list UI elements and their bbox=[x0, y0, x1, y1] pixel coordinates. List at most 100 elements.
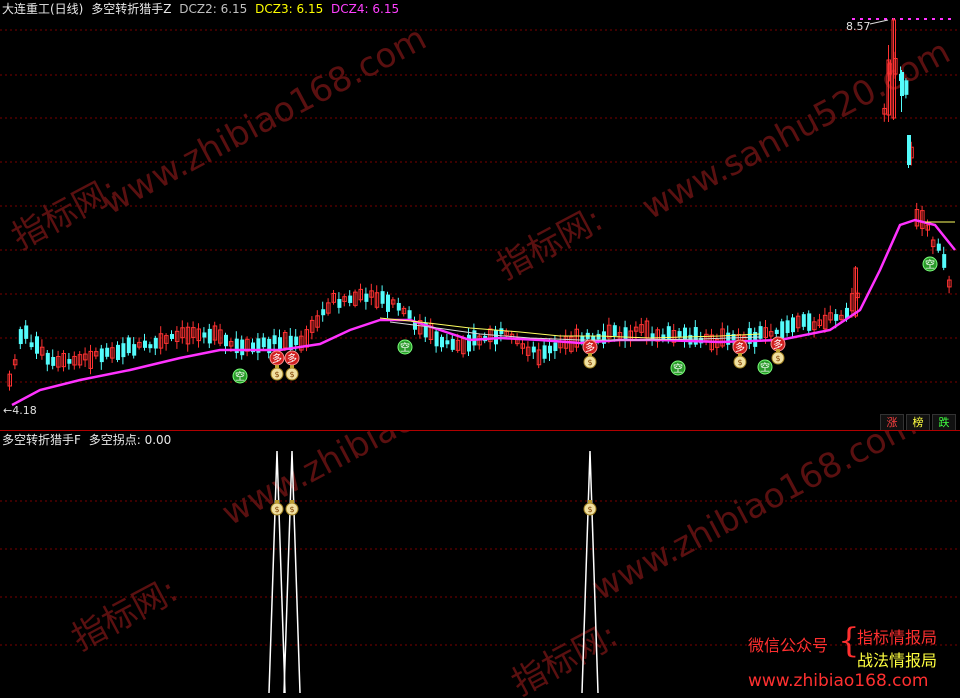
candle-body bbox=[900, 72, 904, 96]
money-bag-icon: $ bbox=[583, 353, 597, 369]
kong-signal: 空 bbox=[670, 360, 686, 376]
candle-body bbox=[907, 135, 911, 165]
kong-signal-label: 空 bbox=[673, 362, 683, 375]
duo-signal: 多 bbox=[269, 350, 285, 366]
candle-body bbox=[99, 348, 104, 363]
turning-point-value: 多空拐点: 0.00 bbox=[88, 433, 172, 447]
candle-body bbox=[170, 334, 174, 339]
money-bag-tie bbox=[588, 353, 592, 356]
candle-body bbox=[67, 359, 72, 364]
candle-body bbox=[791, 317, 795, 333]
indicator-chart[interactable]: www.zhibiao168.com www.zhibiao168.com指标网:… bbox=[0, 431, 960, 698]
kong-signal-label: 空 bbox=[925, 258, 935, 271]
candle-body bbox=[596, 333, 601, 340]
up-rank-button[interactable]: 涨 bbox=[880, 414, 904, 430]
candle-body bbox=[143, 340, 147, 348]
high-price-label: 8.57 bbox=[846, 20, 871, 33]
watermark: www.zhibiao168.com bbox=[215, 431, 552, 534]
dcz3-value: DCZ3: 6.15 bbox=[255, 2, 324, 16]
candle-body bbox=[677, 331, 682, 337]
candle-body bbox=[294, 336, 299, 346]
signal-dot bbox=[908, 18, 911, 20]
duo-signal-label: 多 bbox=[585, 341, 595, 354]
candle-body bbox=[774, 329, 779, 334]
candle-body bbox=[224, 334, 228, 347]
money-bag-tie bbox=[738, 353, 742, 356]
watermark: www.zhibiao168.com bbox=[95, 18, 432, 223]
candle-body bbox=[434, 331, 439, 347]
dcz2-value: DCZ2: 6.15 bbox=[179, 2, 248, 16]
candle-body bbox=[126, 337, 131, 354]
kong-signal-label: 空 bbox=[400, 341, 410, 354]
candle-body bbox=[278, 337, 282, 350]
money-bag-label: $ bbox=[587, 505, 592, 514]
down-rank-button[interactable]: 跌 bbox=[932, 414, 956, 430]
money-bag-tie bbox=[275, 365, 279, 368]
candle-body bbox=[380, 291, 385, 304]
money-bag-tie bbox=[290, 500, 294, 503]
candle-body bbox=[801, 314, 806, 327]
candle-body bbox=[272, 335, 277, 345]
candle-body bbox=[132, 344, 137, 356]
candle-body bbox=[542, 345, 547, 359]
sub-indicator-name: 多空转折猎手F bbox=[2, 433, 81, 447]
sub-chart-header: 多空转折猎手F 多空拐点: 0.00 bbox=[2, 433, 175, 447]
money-bag-tie bbox=[275, 500, 279, 503]
candle-body bbox=[942, 254, 947, 268]
duo-signal-label: 多 bbox=[272, 352, 282, 365]
candle-body bbox=[261, 337, 266, 348]
money-bag-label: $ bbox=[289, 505, 294, 514]
candle-body bbox=[207, 328, 212, 344]
money-bag-label: $ bbox=[274, 505, 279, 514]
candle-body bbox=[51, 356, 56, 366]
watermark: 指标网: bbox=[5, 169, 124, 258]
low-price-label: ←4.18 bbox=[3, 404, 37, 417]
indicator-name: 多空转折猎手Z bbox=[91, 2, 172, 16]
duo-signal: 多 bbox=[732, 339, 748, 355]
candle-body bbox=[45, 352, 50, 365]
candle-body bbox=[467, 334, 471, 352]
candle-body bbox=[499, 328, 504, 335]
rank-button[interactable]: 榜 bbox=[906, 414, 930, 430]
promo-wechat-label: 微信公众号 bbox=[748, 636, 829, 655]
dcz4-value: DCZ4: 6.15 bbox=[331, 2, 400, 16]
candle-body bbox=[202, 332, 207, 338]
watermark: 指标网: bbox=[505, 615, 624, 698]
signal-dot bbox=[876, 18, 879, 20]
signal-dot bbox=[948, 18, 951, 20]
candle-body bbox=[612, 325, 617, 336]
money-bag-label: $ bbox=[274, 370, 279, 379]
promo-account-2: 战法情报局 bbox=[857, 651, 938, 670]
candle-body bbox=[623, 327, 628, 341]
money-bag-label: $ bbox=[289, 370, 294, 379]
main-chart-pane[interactable]: www.zhibiao168.com www.sanhu520.com 指标网: 指标… bbox=[0, 0, 960, 430]
signal-dot bbox=[884, 18, 887, 20]
watermark: 指标网: bbox=[490, 199, 609, 288]
money-bag-label: $ bbox=[775, 354, 780, 363]
kong-signal-label: 空 bbox=[235, 370, 245, 383]
candlestick-chart[interactable]: www.zhibiao168.com www.sanhu520.com 指标网: 指标… bbox=[0, 0, 960, 430]
candle-body bbox=[240, 339, 245, 356]
kong-signal: 空 bbox=[397, 339, 413, 355]
candle-body bbox=[780, 321, 785, 339]
high-marker-line bbox=[869, 19, 889, 25]
kong-signal: 空 bbox=[922, 256, 938, 272]
main-chart-header: 大连重工(日线) 多空转折猎手Z DCZ2: 6.15 DCZ3: 6.15 D… bbox=[2, 2, 403, 16]
candle-body bbox=[348, 295, 353, 303]
kong-signal: 空 bbox=[757, 359, 773, 375]
candle-body bbox=[121, 343, 126, 358]
candle-body bbox=[18, 329, 23, 345]
signal-dot bbox=[940, 18, 943, 20]
candle-body bbox=[153, 337, 158, 349]
watermark: 指标网: bbox=[65, 570, 184, 659]
candle-body bbox=[807, 313, 812, 331]
money-bag-icon: $ bbox=[285, 365, 299, 381]
candle-body bbox=[407, 310, 412, 319]
candle-body bbox=[386, 294, 390, 312]
duo-signal-label: 多 bbox=[287, 352, 297, 365]
money-bag-tie bbox=[290, 365, 294, 368]
duo-signal-label: 多 bbox=[735, 341, 745, 354]
money-bag-icon: $ bbox=[583, 500, 597, 516]
candle-body bbox=[785, 320, 790, 334]
sub-chart-pane[interactable]: www.zhibiao168.com www.zhibiao168.com 指标网:… bbox=[0, 431, 960, 698]
